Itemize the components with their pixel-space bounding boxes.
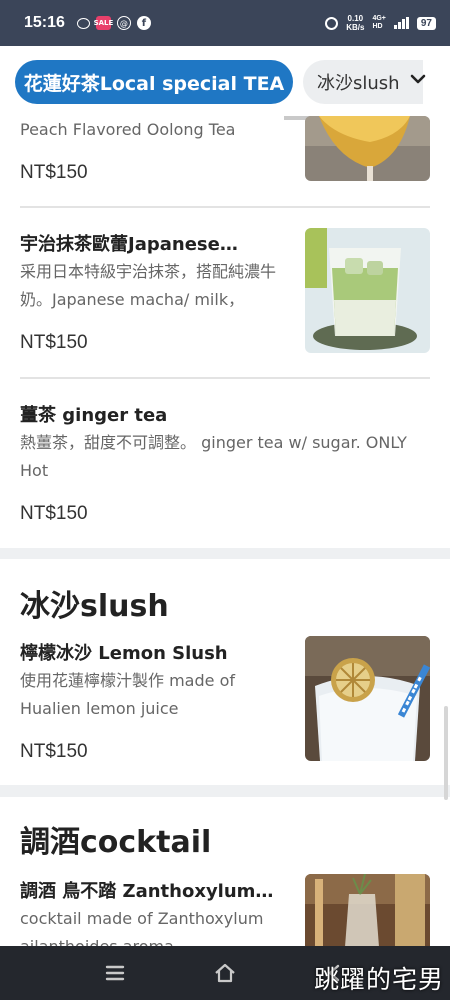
category-tab-bar: 花蓮好茶Local special TEA 冰沙slush xyxy=(0,46,450,120)
signal-icon xyxy=(393,17,409,29)
home-icon[interactable] xyxy=(205,953,245,993)
tea-section-card: Peach Flavored Oolong Tea NT$150 宇治抹茶歐蕾J… xyxy=(0,116,450,548)
item-name: 宇治抹茶歐蕾Japanese… xyxy=(20,234,238,255)
speed-value: 0.10 xyxy=(347,14,364,23)
threads-icon: @ xyxy=(116,16,131,30)
item-photo-peach-oolong xyxy=(305,116,430,181)
status-bar: 15:16 SALE @ f 0.10 KB/s 4G+ HD 97 xyxy=(0,0,450,46)
menu-item-ginger-tea[interactable]: 薑茶 ginger tea 熱薑茶，甜度不可調整。 ginger tea w/ … xyxy=(0,379,450,548)
slush-section-card: 冰沙slush 檸檬冰沙 Lemon Slush 使用花蓮檸檬汁製作 made … xyxy=(0,559,450,785)
watermark: 跳躍的宅男 xyxy=(313,965,444,994)
item-photo-lemon-slush xyxy=(305,636,430,761)
status-right: 0.10 KB/s 4G+ HD 97 xyxy=(325,14,436,32)
status-time: 15:16 xyxy=(24,14,65,31)
tab-local-special-tea[interactable]: 花蓮好茶Local special TEA xyxy=(15,60,293,104)
item-description: Peach Flavored Oolong Tea xyxy=(20,120,236,139)
cocktail-section-card: 調酒cocktail 調酒 鳥不踏 Zanthoxylum… cocktail … xyxy=(0,797,450,956)
facebook-icon: f xyxy=(136,16,151,30)
speed-unit: KB/s xyxy=(346,23,365,32)
sale-badge-icon: SALE xyxy=(94,16,113,30)
item-description: 使用花蓮檸檬汁製作 made of Hualien lemon juice xyxy=(20,671,235,718)
notification-icons: SALE @ f xyxy=(76,16,151,30)
item-price: NT$150 xyxy=(20,332,88,353)
network-type: 4G+ HD xyxy=(372,15,385,31)
item-description: 采用日本特級宇治抹茶，搭配純濃牛奶。Japanese macha/ milk， xyxy=(20,262,277,309)
item-name: 調酒 鳥不踏 Zanthoxylum… xyxy=(20,881,274,902)
item-description: 熱薑茶，甜度不可調整。 ginger tea w/ sugar. ONLY Ho… xyxy=(20,433,407,480)
item-photo-zanthoxylum-cocktail xyxy=(305,874,430,947)
menu-item-uji-matcha[interactable]: 宇治抹茶歐蕾Japanese… 采用日本特級宇治抹茶，搭配純濃牛奶。Japane… xyxy=(0,208,450,378)
chevron-down-icon[interactable] xyxy=(408,68,428,90)
network-sub-label: HD xyxy=(372,23,383,30)
menu-item-peach-oolong[interactable]: Peach Flavored Oolong Tea NT$150 xyxy=(0,116,450,206)
section-title-slush: 冰沙slush xyxy=(20,589,169,624)
tab-slush[interactable]: 冰沙slush xyxy=(303,60,423,104)
item-photo-uji-matcha xyxy=(305,228,430,353)
section-title-cocktail: 調酒cocktail xyxy=(20,825,212,860)
network-label: 4G+ xyxy=(372,15,386,22)
chat-bubble-icon xyxy=(76,17,90,29)
page-scrollbar[interactable] xyxy=(444,706,448,800)
alarm-icon xyxy=(325,16,339,30)
item-price: NT$150 xyxy=(20,162,88,183)
item-name: 薑茶 ginger tea xyxy=(20,405,168,426)
menu-item-zanthoxylum-cocktail[interactable]: 調酒 鳥不踏 Zanthoxylum… cocktail made of Zan… xyxy=(0,873,450,956)
battery-icon: 97 xyxy=(416,16,436,30)
item-price: NT$150 xyxy=(20,503,88,524)
network-speed: 0.10 KB/s xyxy=(346,14,364,32)
item-price: NT$150 xyxy=(20,741,88,762)
recents-icon[interactable] xyxy=(95,953,135,993)
item-name: 檸檬冰沙 Lemon Slush xyxy=(20,643,228,664)
menu-item-lemon-slush[interactable]: 檸檬冰沙 Lemon Slush 使用花蓮檸檬汁製作 made of Huali… xyxy=(0,635,450,785)
